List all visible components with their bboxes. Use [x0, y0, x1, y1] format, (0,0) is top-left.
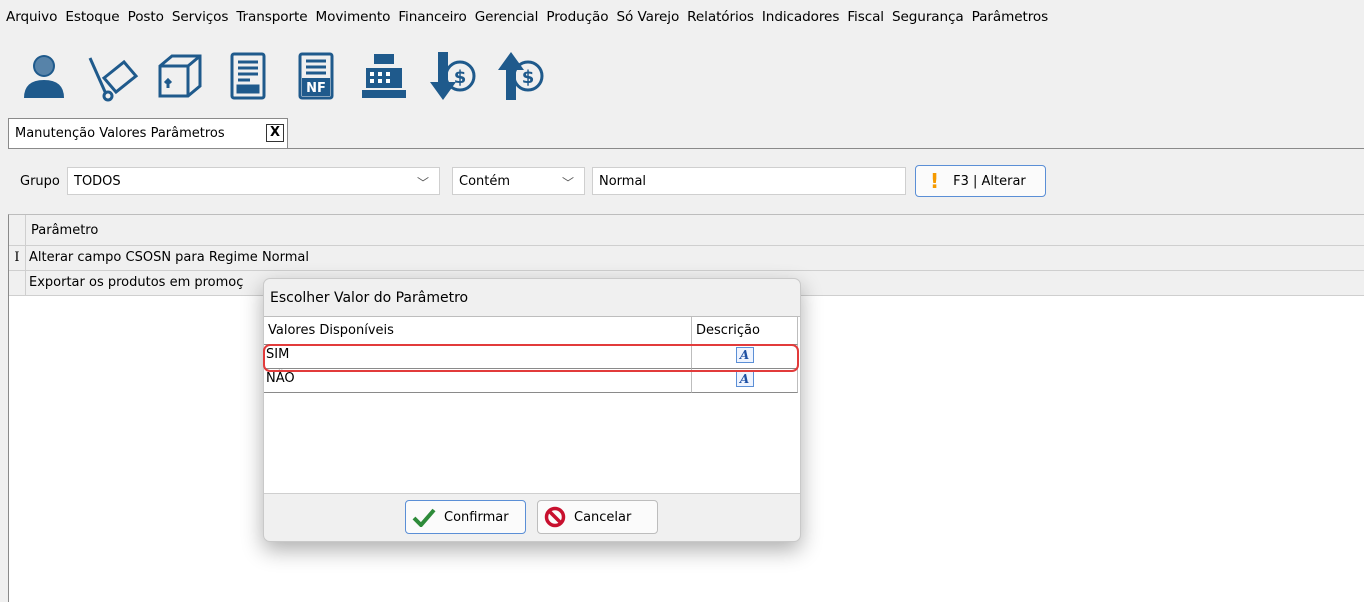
close-tab-button[interactable]: X: [266, 124, 284, 142]
menu-movimento[interactable]: Movimento: [315, 9, 390, 25]
tab-label: Manutenção Valores Parâmetros: [15, 126, 225, 141]
tab-strip: Manutenção Valores Parâmetros X: [8, 118, 1364, 149]
column-header-descricao[interactable]: Descrição: [692, 317, 798, 345]
condition-select[interactable]: Contém ﹀: [452, 167, 585, 195]
confirm-button[interactable]: Confirmar: [405, 500, 526, 534]
confirm-label: Confirmar: [444, 509, 509, 525]
checkmark-icon: [412, 507, 436, 527]
nf-document-icon[interactable]: NF: [282, 44, 350, 108]
grupo-select[interactable]: TODOS ﹀: [67, 167, 440, 195]
value-cell-nao[interactable]: NÃO: [264, 369, 692, 393]
row-text: Alterar campo CSOSN para Regime Normal: [29, 250, 309, 265]
menu-servicos[interactable]: Serviços: [172, 9, 229, 25]
condition-value: Contém: [459, 173, 511, 189]
exclamation-icon: !: [930, 169, 940, 193]
menu-indicadores[interactable]: Indicadores: [762, 9, 840, 25]
table-row[interactable]: I Alterar campo CSOSN para Regime Normal: [9, 246, 1364, 271]
row-text: Exportar os produtos em promoç: [29, 275, 244, 290]
dialog-title: Escolher Valor do Parâmetro: [270, 290, 469, 306]
document-icon[interactable]: [214, 44, 282, 108]
menu-producao[interactable]: Produção: [546, 9, 608, 25]
cancel-button[interactable]: Cancelar: [537, 500, 658, 534]
money-up-icon[interactable]: $: [486, 44, 554, 108]
toolbar: NF $ $: [10, 44, 554, 108]
filter-bar: Grupo TODOS ﹀ Contém ﹀ Normal ! F3 | Alt…: [0, 164, 1364, 198]
menu-estoque[interactable]: Estoque: [65, 9, 119, 25]
menu-parametros[interactable]: Parâmetros: [972, 9, 1049, 25]
menu-posto[interactable]: Posto: [128, 9, 164, 25]
svg-text:$: $: [522, 67, 535, 88]
cash-register-icon[interactable]: [350, 44, 418, 108]
grupo-label: Grupo: [20, 174, 60, 189]
menu-financeiro[interactable]: Financeiro: [398, 9, 466, 25]
menu-transporte[interactable]: Transporte: [236, 9, 307, 25]
hand-truck-icon[interactable]: [78, 44, 146, 108]
grupo-value: TODOS: [74, 173, 121, 189]
box-icon[interactable]: [146, 44, 214, 108]
money-down-icon[interactable]: $: [418, 44, 486, 108]
column-header-parametro[interactable]: Parâmetro: [31, 223, 98, 238]
grid-header: Parâmetro: [9, 215, 1364, 246]
menu-so-varejo[interactable]: Só Varejo: [616, 9, 679, 25]
cancel-label: Cancelar: [574, 509, 632, 525]
chevron-down-icon: ﹀: [561, 176, 574, 190]
cancel-icon: [544, 506, 566, 528]
user-icon[interactable]: [10, 44, 78, 108]
text-description-icon[interactable]: A: [735, 371, 754, 387]
alterar-button[interactable]: ! F3 | Alterar: [915, 165, 1046, 197]
choose-parameter-value-dialog: Escolher Valor do Parâmetro Valores Disp…: [263, 278, 801, 542]
svg-text:$: $: [454, 67, 467, 88]
menu-gerencial[interactable]: Gerencial: [475, 9, 539, 25]
selection-highlight: [263, 344, 799, 372]
row-indicator-header: [9, 215, 26, 245]
alterar-label: F3 | Alterar: [953, 173, 1026, 189]
values-grid: Valores Disponíveis Descrição SIM A NÃO …: [264, 316, 800, 494]
menu-arquivo[interactable]: Arquivo: [6, 9, 57, 25]
tab-manutencao-valores[interactable]: Manutenção Valores Parâmetros X: [8, 118, 288, 148]
menu-fiscal[interactable]: Fiscal: [847, 9, 884, 25]
chevron-down-icon: ﹀: [416, 176, 429, 190]
text-cursor-icon: I: [9, 246, 26, 270]
search-input[interactable]: Normal: [592, 167, 906, 195]
description-cell[interactable]: A: [692, 369, 798, 393]
menu-relatorios[interactable]: Relatórios: [687, 9, 754, 25]
column-header-valores[interactable]: Valores Disponíveis: [264, 317, 692, 345]
nf-label: NF: [306, 81, 326, 96]
row-indicator: [9, 271, 26, 295]
menu-bar: Arquivo Estoque Posto Serviços Transport…: [0, 0, 1364, 34]
menu-seguranca[interactable]: Segurança: [892, 9, 964, 25]
search-value: Normal: [599, 173, 647, 189]
